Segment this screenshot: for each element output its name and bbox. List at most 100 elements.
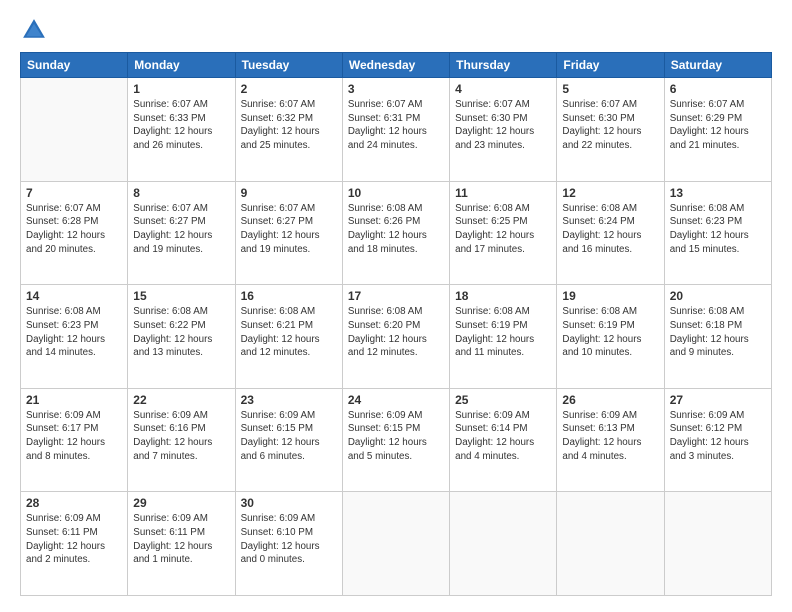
- day-number: 30: [241, 496, 337, 510]
- day-detail: Sunrise: 6:07 AM Sunset: 6:27 PM Dayligh…: [241, 202, 337, 257]
- day-number: 2: [241, 82, 337, 96]
- day-detail: Sunrise: 6:07 AM Sunset: 6:30 PM Dayligh…: [562, 98, 658, 153]
- day-number: 7: [26, 186, 122, 200]
- calendar-week-row: 1 Sunrise: 6:07 AM Sunset: 6:33 PM Daylig…: [21, 78, 772, 182]
- day-detail: Sunrise: 6:08 AM Sunset: 6:26 PM Dayligh…: [348, 202, 444, 257]
- day-number: 4: [455, 82, 551, 96]
- calendar-cell: 11Sunrise: 6:08 AM Sunset: 6:25 PM Dayli…: [450, 181, 557, 285]
- calendar-day-header: Thursday: [450, 53, 557, 78]
- day-detail: Sunrise: 6:09 AM Sunset: 6:14 PM Dayligh…: [455, 409, 551, 464]
- day-detail: Sunrise: 6:08 AM Sunset: 6:24 PM Dayligh…: [562, 202, 658, 257]
- day-number: 12: [562, 186, 658, 200]
- calendar-cell: 23 Sunrise: 6:09 AM Sunset: 6:15 PM Dayli…: [235, 388, 342, 492]
- calendar-day-header: Tuesday: [235, 53, 342, 78]
- calendar-day-header: Monday: [128, 53, 235, 78]
- day-number: 13: [670, 186, 766, 200]
- calendar-cell: 25 Sunrise: 6:09 AM Sunset: 6:14 PM Dayli…: [450, 388, 557, 492]
- calendar-cell: 8 Sunrise: 6:07 AM Sunset: 6:27 PM Daylig…: [128, 181, 235, 285]
- day-number: 16: [241, 289, 337, 303]
- day-number: 18: [455, 289, 551, 303]
- day-detail: Sunrise: 6:08 AM Sunset: 6:19 PM Dayligh…: [562, 305, 658, 360]
- calendar-day-header: Sunday: [21, 53, 128, 78]
- calendar-cell: 10 Sunrise: 6:08 AM Sunset: 6:26 PM Dayli…: [342, 181, 449, 285]
- day-number: 11: [455, 186, 551, 200]
- day-detail: Sunrise: 6:07 AM Sunset: 6:29 PM Dayligh…: [670, 98, 766, 153]
- day-number: 25: [455, 393, 551, 407]
- day-number: 28: [26, 496, 122, 510]
- day-detail: Sunrise: 6:09 AM Sunset: 6:13 PM Dayligh…: [562, 409, 658, 464]
- calendar-week-row: 21 Sunrise: 6:09 AM Sunset: 6:17 PM Dayli…: [21, 388, 772, 492]
- day-detail: Sunrise: 6:07 AM Sunset: 6:28 PM Dayligh…: [26, 202, 122, 257]
- calendar-cell: 12 Sunrise: 6:08 AM Sunset: 6:24 PM Dayli…: [557, 181, 664, 285]
- day-detail: Sunrise: 6:08 AM Sunset: 6:18 PM Dayligh…: [670, 305, 766, 360]
- header: [20, 16, 772, 44]
- calendar-day-header: Saturday: [664, 53, 771, 78]
- day-detail: Sunrise: 6:08 AM Sunset: 6:22 PM Dayligh…: [133, 305, 229, 360]
- day-detail: Sunrise: 6:07 AM Sunset: 6:30 PM Dayligh…: [455, 98, 551, 153]
- calendar-day-header: Friday: [557, 53, 664, 78]
- calendar-cell: 3 Sunrise: 6:07 AM Sunset: 6:31 PM Daylig…: [342, 78, 449, 182]
- calendar-cell: 15Sunrise: 6:08 AM Sunset: 6:22 PM Dayli…: [128, 285, 235, 389]
- calendar-cell: 28 Sunrise: 6:09 AM Sunset: 6:11 PM Dayli…: [21, 492, 128, 596]
- day-number: 1: [133, 82, 229, 96]
- day-number: 27: [670, 393, 766, 407]
- day-number: 22: [133, 393, 229, 407]
- calendar-cell: 5 Sunrise: 6:07 AM Sunset: 6:30 PM Daylig…: [557, 78, 664, 182]
- calendar-week-row: 7 Sunrise: 6:07 AM Sunset: 6:28 PM Daylig…: [21, 181, 772, 285]
- calendar-cell: 22 Sunrise: 6:09 AM Sunset: 6:16 PM Dayli…: [128, 388, 235, 492]
- day-detail: Sunrise: 6:09 AM Sunset: 6:11 PM Dayligh…: [26, 512, 122, 567]
- calendar-cell: 20 Sunrise: 6:08 AM Sunset: 6:18 PM Dayli…: [664, 285, 771, 389]
- calendar-table: SundayMondayTuesdayWednesdayThursdayFrid…: [20, 52, 772, 596]
- day-number: 20: [670, 289, 766, 303]
- day-number: 3: [348, 82, 444, 96]
- calendar-cell: 24 Sunrise: 6:09 AM Sunset: 6:15 PM Dayli…: [342, 388, 449, 492]
- calendar-cell: 27 Sunrise: 6:09 AM Sunset: 6:12 PM Dayli…: [664, 388, 771, 492]
- day-detail: Sunrise: 6:09 AM Sunset: 6:15 PM Dayligh…: [241, 409, 337, 464]
- calendar-cell: 9 Sunrise: 6:07 AM Sunset: 6:27 PM Daylig…: [235, 181, 342, 285]
- logo: [20, 16, 52, 44]
- calendar-cell: 13 Sunrise: 6:08 AM Sunset: 6:23 PM Dayli…: [664, 181, 771, 285]
- calendar-cell: 26 Sunrise: 6:09 AM Sunset: 6:13 PM Dayli…: [557, 388, 664, 492]
- day-detail: Sunrise: 6:09 AM Sunset: 6:16 PM Dayligh…: [133, 409, 229, 464]
- day-detail: Sunrise: 6:07 AM Sunset: 6:33 PM Dayligh…: [133, 98, 229, 153]
- day-number: 10: [348, 186, 444, 200]
- day-number: 26: [562, 393, 658, 407]
- day-number: 9: [241, 186, 337, 200]
- day-detail: Sunrise: 6:09 AM Sunset: 6:17 PM Dayligh…: [26, 409, 122, 464]
- day-detail: Sunrise: 6:09 AM Sunset: 6:10 PM Dayligh…: [241, 512, 337, 567]
- calendar-cell: 1 Sunrise: 6:07 AM Sunset: 6:33 PM Daylig…: [128, 78, 235, 182]
- day-number: 24: [348, 393, 444, 407]
- calendar-cell: [450, 492, 557, 596]
- calendar-cell: [21, 78, 128, 182]
- day-detail: Sunrise: 6:08 AM Sunset: 6:20 PM Dayligh…: [348, 305, 444, 360]
- day-detail: Sunrise: 6:07 AM Sunset: 6:31 PM Dayligh…: [348, 98, 444, 153]
- calendar-cell: [664, 492, 771, 596]
- day-detail: Sunrise: 6:09 AM Sunset: 6:15 PM Dayligh…: [348, 409, 444, 464]
- day-detail: Sunrise: 6:09 AM Sunset: 6:12 PM Dayligh…: [670, 409, 766, 464]
- day-detail: Sunrise: 6:08 AM Sunset: 6:23 PM Dayligh…: [26, 305, 122, 360]
- calendar-header-row: SundayMondayTuesdayWednesdayThursdayFrid…: [21, 53, 772, 78]
- day-number: 14: [26, 289, 122, 303]
- day-detail: Sunrise: 6:07 AM Sunset: 6:32 PM Dayligh…: [241, 98, 337, 153]
- logo-icon: [20, 16, 48, 44]
- calendar-week-row: 28 Sunrise: 6:09 AM Sunset: 6:11 PM Dayli…: [21, 492, 772, 596]
- day-detail: Sunrise: 6:07 AM Sunset: 6:27 PM Dayligh…: [133, 202, 229, 257]
- day-number: 8: [133, 186, 229, 200]
- calendar-cell: 30 Sunrise: 6:09 AM Sunset: 6:10 PM Dayli…: [235, 492, 342, 596]
- day-detail: Sunrise: 6:08 AM Sunset: 6:23 PM Dayligh…: [670, 202, 766, 257]
- calendar-cell: 14 Sunrise: 6:08 AM Sunset: 6:23 PM Dayli…: [21, 285, 128, 389]
- day-detail: Sunrise: 6:08 AM Sunset: 6:19 PM Dayligh…: [455, 305, 551, 360]
- calendar-cell: 29Sunrise: 6:09 AM Sunset: 6:11 PM Dayli…: [128, 492, 235, 596]
- day-number: 23: [241, 393, 337, 407]
- day-detail: Sunrise: 6:08 AM Sunset: 6:21 PM Dayligh…: [241, 305, 337, 360]
- day-number: 19: [562, 289, 658, 303]
- calendar-cell: [342, 492, 449, 596]
- page: SundayMondayTuesdayWednesdayThursdayFrid…: [0, 0, 792, 612]
- calendar-cell: 7 Sunrise: 6:07 AM Sunset: 6:28 PM Daylig…: [21, 181, 128, 285]
- day-number: 5: [562, 82, 658, 96]
- day-number: 6: [670, 82, 766, 96]
- day-number: 21: [26, 393, 122, 407]
- calendar-cell: 4 Sunrise: 6:07 AM Sunset: 6:30 PM Daylig…: [450, 78, 557, 182]
- day-number: 17: [348, 289, 444, 303]
- calendar-cell: 2 Sunrise: 6:07 AM Sunset: 6:32 PM Daylig…: [235, 78, 342, 182]
